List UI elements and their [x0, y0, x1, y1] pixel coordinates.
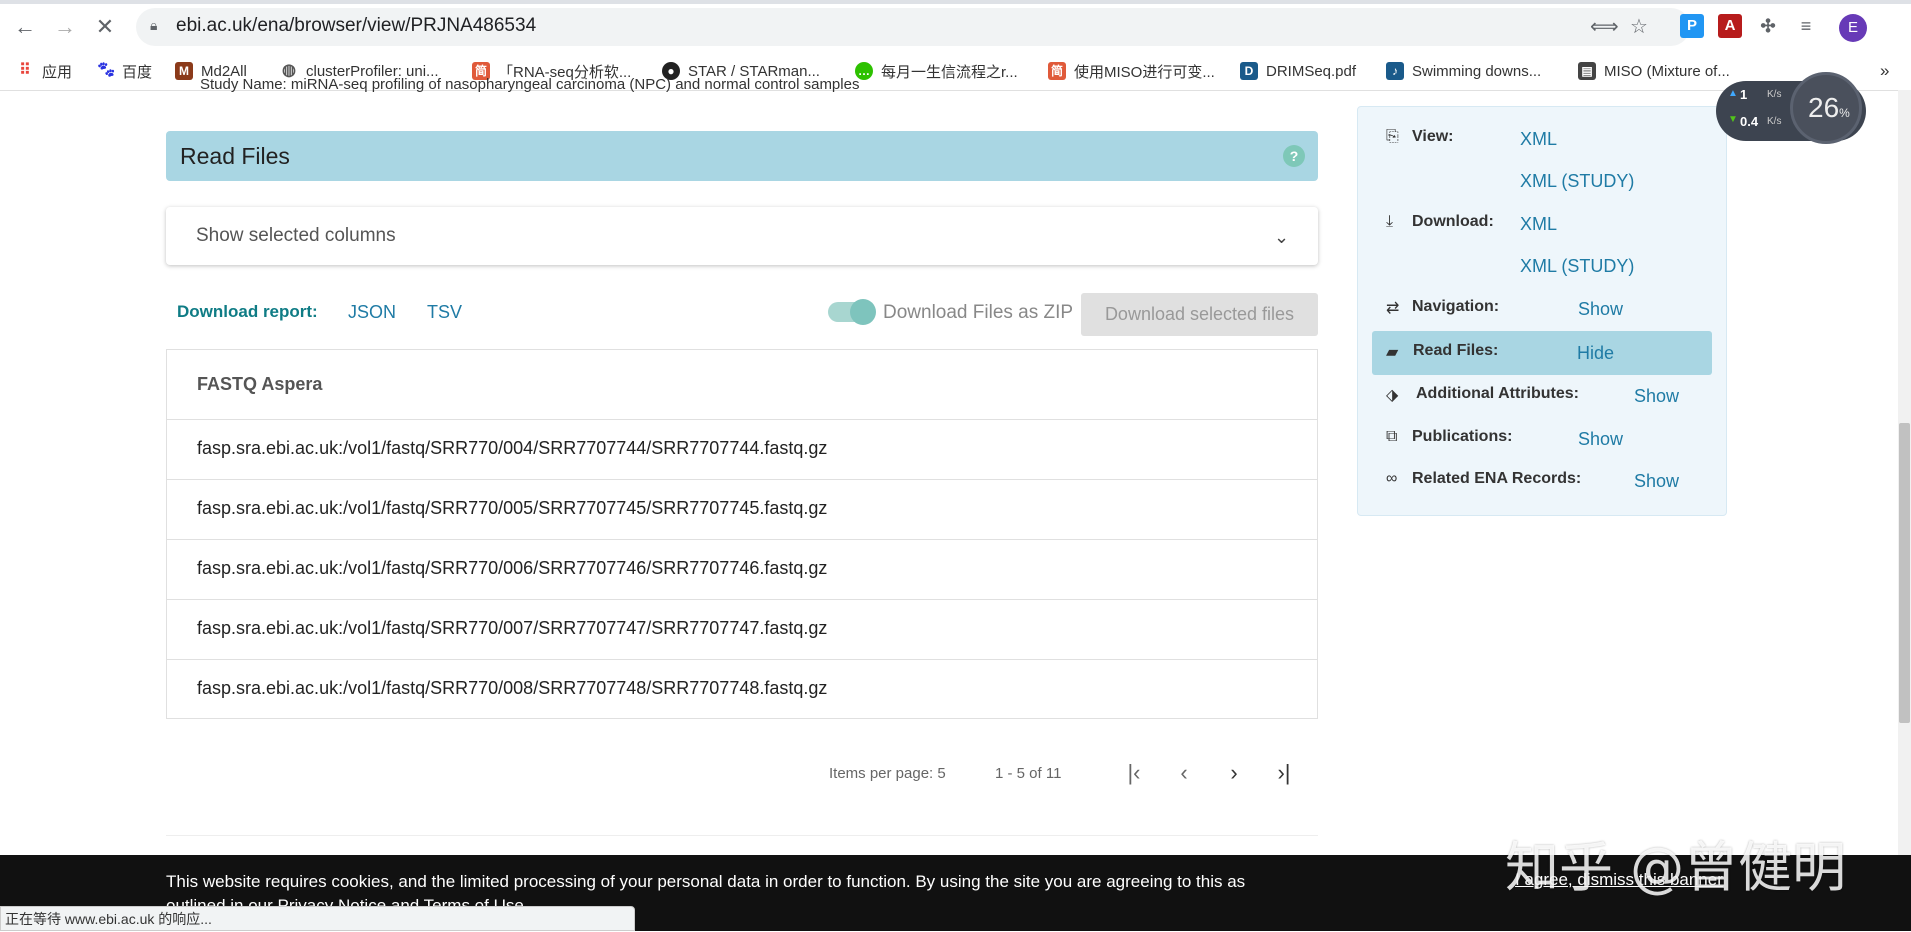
bookmark-star-icon[interactable]: ☆	[1630, 14, 1648, 39]
download-selected-button[interactable]: Download selected files	[1081, 293, 1318, 336]
footer-divider	[166, 835, 1318, 836]
study-name-row: Study Name: miRNA-seq profiling of nasop…	[200, 76, 860, 93]
help-icon[interactable]: ?	[1283, 145, 1305, 167]
read-files-title: Read Files	[180, 143, 290, 169]
lock-icon[interactable]: 🔒︎	[150, 17, 157, 34]
pdf-icon: D	[1240, 62, 1258, 80]
translate-icon[interactable]: ⟺	[1590, 14, 1619, 39]
forward-arrow-icon[interactable]: →	[50, 12, 80, 42]
pagination-range: 1 - 5 of 11	[995, 765, 1062, 782]
music-icon: ♪	[1386, 62, 1404, 80]
download-speed: 0.4	[1740, 114, 1759, 129]
bookmark-label: 百度	[122, 63, 153, 81]
items-per-page[interactable]: Items per page: 5	[829, 765, 946, 782]
upload-speed: 1	[1740, 87, 1748, 102]
watermark: 知乎 @曾健明	[1505, 836, 1847, 899]
doc-icon: ▤	[1578, 62, 1596, 80]
zip-toggle-label: Download Files as ZIP	[883, 302, 1074, 323]
back-arrow-icon[interactable]: ←	[10, 12, 40, 42]
table-row[interactable]: fasp.sra.ebi.ac.uk:/vol1/fastq/SRR770/00…	[197, 438, 827, 459]
bookmarks-overflow-button[interactable]: »	[1880, 58, 1889, 84]
sidebar-read-files-label: Read Files:	[1413, 342, 1499, 359]
row-divider	[167, 659, 1317, 660]
first-page-icon[interactable]: |‹	[1118, 760, 1150, 786]
last-page-icon[interactable]: ›|	[1268, 760, 1300, 786]
next-page-icon[interactable]: ›	[1218, 760, 1250, 786]
scrollbar-thumb[interactable]	[1899, 423, 1910, 723]
publications-show-link[interactable]: Show	[1578, 429, 1623, 450]
read-files-header	[166, 131, 1318, 181]
bookmark-apps[interactable]: ⠿ 应用	[16, 58, 72, 84]
profile-avatar[interactable]: E	[1839, 14, 1867, 42]
tab-strip-edge	[0, 0, 1911, 4]
stop-loading-icon[interactable]: ✕	[90, 12, 120, 42]
download-speed-unit: K/s	[1767, 116, 1782, 127]
download-tsv-link[interactable]: TSV	[427, 302, 462, 323]
browser-status-bar: 正在等待 www.ebi.ac.uk 的响应...	[0, 906, 635, 931]
previous-page-icon[interactable]: ‹	[1168, 760, 1200, 786]
table-row[interactable]: fasp.sra.ebi.ac.uk:/vol1/fastq/SRR770/00…	[197, 618, 827, 639]
show-columns-label[interactable]: Show selected columns	[196, 225, 396, 247]
column-header-fastq-aspera[interactable]: FASTQ Aspera	[197, 374, 322, 395]
file-code-icon: ⎘	[1386, 128, 1399, 145]
bookmark-label: DRIMSeq.pdf	[1266, 62, 1357, 80]
table-row[interactable]: fasp.sra.ebi.ac.uk:/vol1/fastq/SRR770/00…	[197, 678, 827, 699]
view-xml-link[interactable]: XML	[1520, 129, 1557, 150]
book-icon: ⧉	[1386, 428, 1398, 445]
sidebar-view-label: View:	[1412, 128, 1454, 145]
read-files-hide-link[interactable]: Hide	[1577, 343, 1614, 364]
additional-show-link[interactable]: Show	[1634, 386, 1679, 407]
bookmark-label: Swimming downs...	[1412, 62, 1542, 80]
zip-toggle-knob[interactable]	[850, 299, 876, 325]
read-files-table	[166, 349, 1318, 719]
reading-list-icon[interactable]: ≡	[1794, 14, 1818, 38]
download-report-label: Download report:	[177, 302, 318, 321]
link-icon: ∞	[1386, 470, 1398, 487]
download-json-link[interactable]: JSON	[348, 302, 396, 323]
download-xml-study-link[interactable]: XML (STUDY)	[1520, 256, 1634, 277]
sidebar-download-label: Download:	[1412, 213, 1494, 230]
sidebar-publications-label: Publications:	[1412, 428, 1513, 445]
chevron-down-icon[interactable]: ⌄	[1274, 227, 1289, 248]
extension-p-icon[interactable]: P	[1680, 14, 1704, 38]
exchange-arrows-icon: ⇄	[1386, 300, 1400, 317]
download-icon: ⤓	[1386, 213, 1394, 230]
table-row[interactable]: fasp.sra.ebi.ac.uk:/vol1/fastq/SRR770/00…	[197, 498, 827, 519]
bookmark-label: 应用	[42, 63, 73, 81]
upload-speed-unit: K/s	[1767, 89, 1782, 100]
bookmark-drimseq[interactable]: D DRIMSeq.pdf	[1240, 58, 1356, 84]
md2all-icon: M	[175, 62, 193, 80]
row-divider	[167, 599, 1317, 600]
row-divider	[167, 539, 1317, 540]
bookmark-baidu[interactable]: 🐾︎ 百度	[96, 58, 152, 84]
upload-arrow-icon: ▲	[1728, 88, 1738, 99]
folder-icon: ▰	[1386, 344, 1399, 361]
download-xml-link[interactable]: XML	[1520, 214, 1557, 235]
bookmark-miso-mixture[interactable]: ▤ MISO (Mixture of...	[1578, 58, 1730, 84]
download-arrow-icon: ▼	[1728, 114, 1738, 125]
extension-pdf-icon[interactable]: A	[1718, 14, 1742, 38]
sidebar-additional-label: Additional Attributes:	[1416, 385, 1579, 402]
sidebar-navigation-label: Navigation:	[1412, 298, 1500, 315]
related-show-link[interactable]: Show	[1634, 471, 1679, 492]
url-text[interactable]: ebi.ac.uk/ena/browser/view/PRJNA486534	[176, 15, 536, 37]
table-row[interactable]: fasp.sra.ebi.ac.uk:/vol1/fastq/SRR770/00…	[197, 558, 827, 579]
baidu-paw-icon: 🐾︎	[96, 62, 117, 79]
bookmark-swimming[interactable]: ♪ Swimming downs...	[1386, 58, 1541, 84]
row-divider	[167, 419, 1317, 420]
bookmark-label: MISO (Mixture of...	[1604, 62, 1730, 80]
sidebar-related-label: Related ENA Records:	[1412, 470, 1582, 487]
row-divider	[167, 479, 1317, 480]
memory-gauge-value: 26%	[1808, 92, 1850, 123]
apps-grid-icon: ⠿	[19, 62, 31, 79]
navigation-show-link[interactable]: Show	[1578, 299, 1623, 320]
view-xml-study-link[interactable]: XML (STUDY)	[1520, 171, 1634, 192]
extensions-puzzle-icon[interactable]: ✣	[1756, 14, 1780, 38]
tags-icon: ⬗	[1386, 387, 1399, 404]
